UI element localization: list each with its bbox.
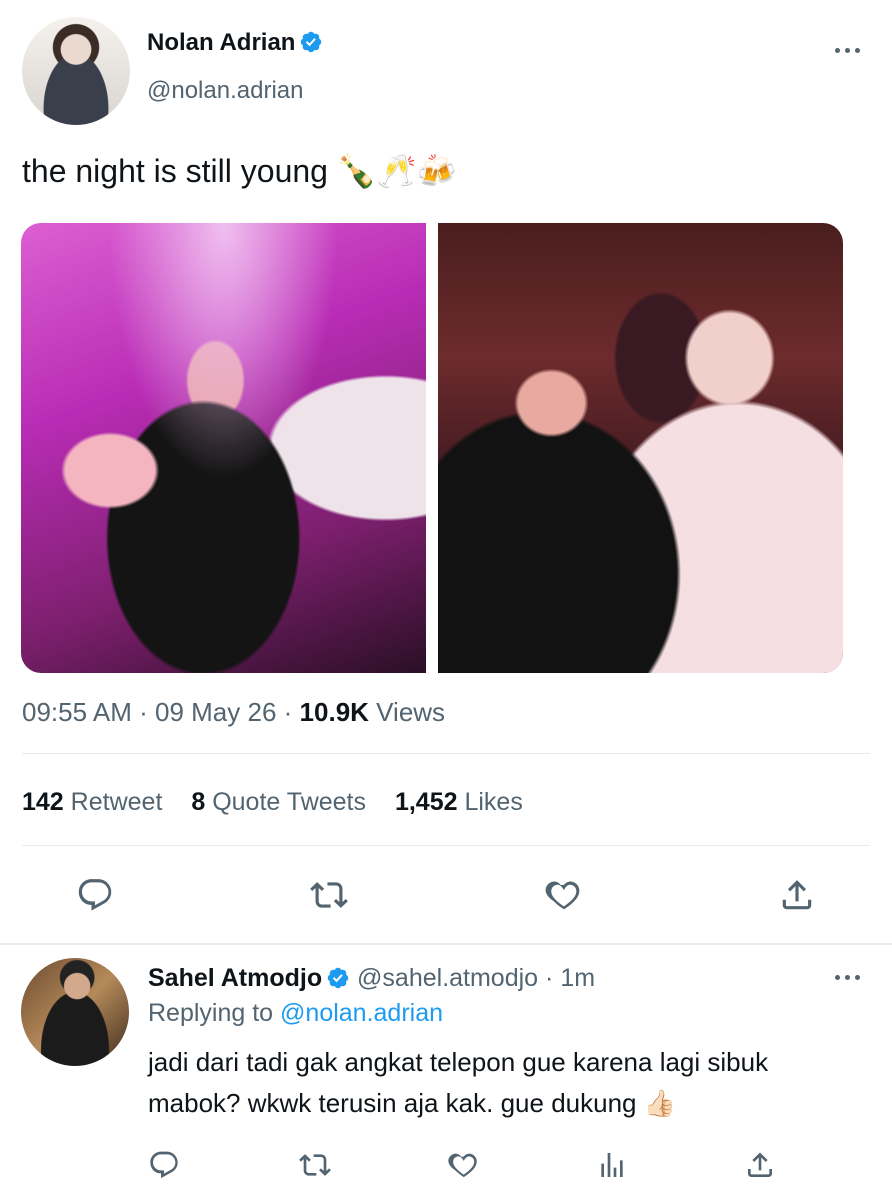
meta-separator: ·	[283, 697, 293, 727]
verified-icon	[327, 967, 349, 989]
reply-author-avatar[interactable]	[21, 958, 129, 1066]
reply-text: jadi dari tadi gak angkat telepon gue ka…	[148, 1047, 769, 1118]
reply-time[interactable]: 1m	[560, 964, 595, 992]
author-avatar[interactable]	[22, 17, 130, 125]
media-gap	[426, 223, 438, 673]
thread-divider	[0, 943, 892, 945]
divider	[22, 753, 870, 754]
views-label: Views	[376, 697, 446, 727]
likes-label: Likes	[464, 788, 523, 816]
author-name[interactable]: Nolan Adrian	[147, 29, 295, 56]
retweets-stat[interactable]: 142 Retweet	[22, 788, 162, 816]
quotes-label: Quote Tweets	[212, 788, 366, 816]
reply-author-name[interactable]: Sahel Atmodjo	[148, 964, 322, 992]
replying-to: Replying to @nolan.adrian	[148, 999, 443, 1028]
views-count: 10.9K	[299, 697, 369, 727]
like-icon[interactable]	[441, 1143, 485, 1187]
retweets-count: 142	[22, 788, 64, 816]
like-icon[interactable]	[541, 873, 585, 917]
verified-icon	[301, 31, 322, 53]
share-icon[interactable]	[738, 1143, 782, 1187]
retweet-icon[interactable]	[307, 873, 351, 917]
share-icon[interactable]	[775, 873, 819, 917]
more-icon[interactable]	[835, 972, 865, 982]
retweets-label: Retweet	[70, 788, 163, 816]
replying-prefix: Replying to	[148, 999, 274, 1027]
replying-mention[interactable]: @nolan.adrian	[280, 999, 443, 1027]
views-icon[interactable]	[590, 1143, 634, 1187]
reply-icon[interactable]	[142, 1143, 186, 1187]
meta-separator: ·	[139, 697, 148, 727]
author-name-row[interactable]: Nolan Adrian	[147, 29, 323, 57]
media-photo-2[interactable]	[438, 223, 843, 673]
retweet-icon[interactable]	[293, 1143, 337, 1187]
reply-author-handle[interactable]: @sahel.atmodjo	[357, 964, 538, 992]
quotes-stat[interactable]: 8 Quote Tweets	[191, 788, 366, 816]
tweet-date[interactable]: 09 May 26	[155, 697, 276, 727]
tweet-time[interactable]: 09:55 AM	[22, 697, 132, 727]
tweet-media[interactable]	[21, 223, 843, 673]
more-icon[interactable]	[835, 45, 865, 55]
likes-count: 1,452	[394, 788, 458, 816]
tweet-text: the night is still young 🍾🥂🍻	[22, 153, 457, 189]
reply-header: Sahel Atmodjo @sahel.atmodjo · 1m	[148, 964, 595, 993]
reply-separator: ·	[545, 964, 554, 992]
likes-stat[interactable]: 1,452 Likes	[395, 788, 523, 816]
reply-icon[interactable]	[73, 873, 117, 917]
quotes-count: 8	[191, 788, 206, 816]
media-photo-1[interactable]	[21, 223, 426, 673]
tweet-meta: 09:55 AM · 09 May 26 · 10.9K Views	[22, 697, 445, 728]
divider	[22, 845, 870, 846]
tweet-stats: 142 Retweet 8 Quote Tweets 1,452 Likes	[22, 788, 545, 817]
author-handle[interactable]: @nolan.adrian	[147, 77, 303, 105]
